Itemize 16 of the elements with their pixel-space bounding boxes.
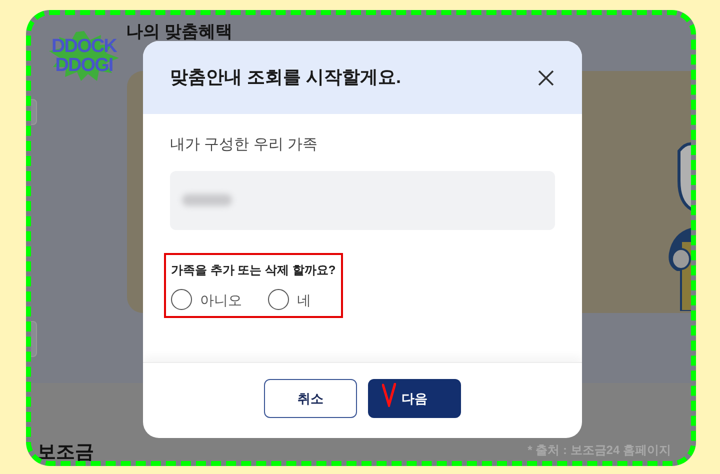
section-label: 보조금 [37,441,94,461]
close-button[interactable] [536,68,556,88]
next-button[interactable]: 다음 [368,379,461,418]
radio-option[interactable]: 네 [268,288,311,310]
radio-option[interactable]: 아니오 [171,288,242,310]
page-title: 나의 맞춤혜택 [126,22,233,42]
question-text: 가족을 추가 또는 삭제 할까요? [171,262,336,278]
field-label: 내가 구성한 우리 가족 [170,135,319,155]
close-icon [538,70,554,86]
logo-text: DDOCK [52,37,116,56]
dialog-title: 맞춤안내 조회를 시작할게요. [170,66,402,89]
logo-burst-icon [49,31,119,81]
logo-text: DDOGI [55,56,113,75]
cancel-button[interactable]: 취소 [264,379,357,418]
blurred-value [182,194,232,206]
check-mark-icon [382,383,396,407]
